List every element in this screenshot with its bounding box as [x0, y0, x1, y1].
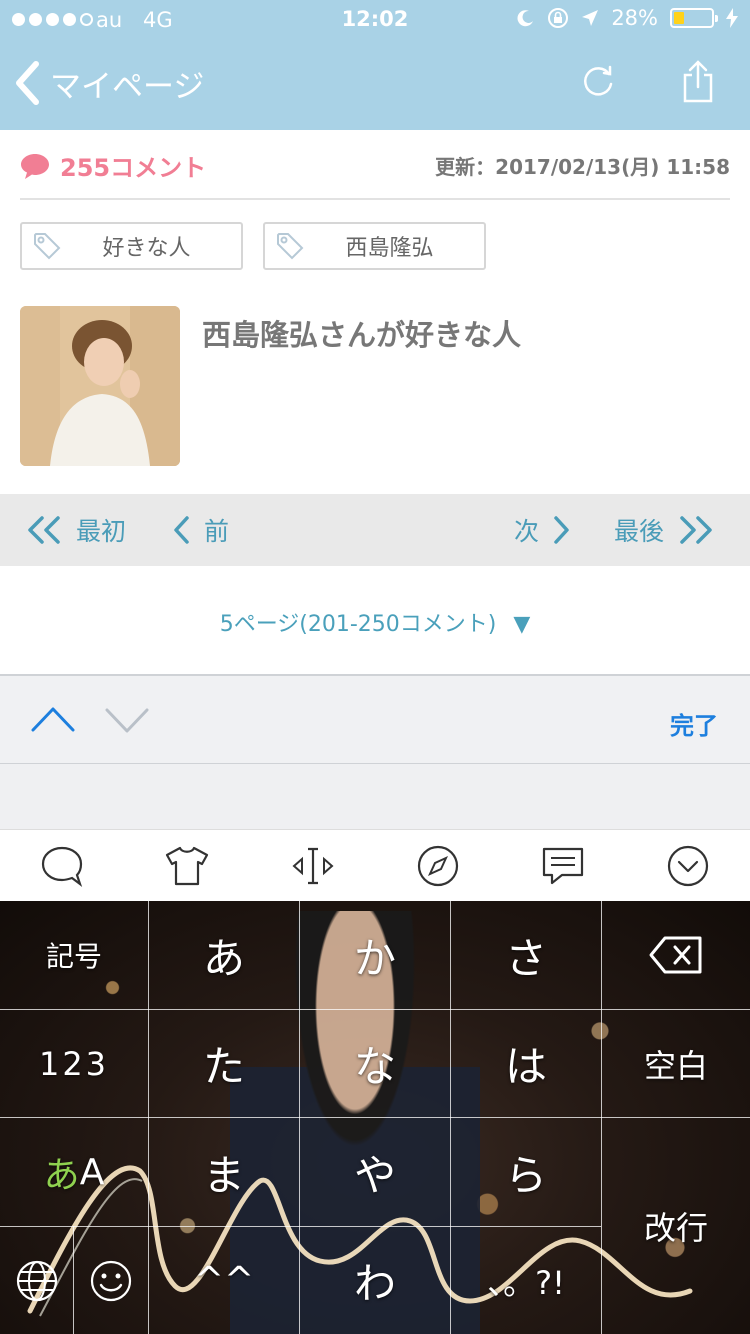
- comment-count[interactable]: 255コメント: [20, 148, 206, 183]
- header-bar: au 4G 12:02 28% マイページ: [0, 0, 750, 130]
- pager-last-label: 最後: [614, 517, 665, 546]
- delete-key[interactable]: [602, 901, 750, 1009]
- speech-bubble-icon: [21, 153, 49, 179]
- key-globe[interactable]: [0, 1227, 73, 1334]
- dropdown-arrow-icon: ▼: [513, 612, 531, 637]
- key-ta[interactable]: た: [149, 1010, 299, 1117]
- key-a[interactable]: あ: [149, 901, 299, 1009]
- input-mode-alpha: A: [79, 1151, 105, 1193]
- pager-first-label: 最初: [76, 517, 127, 546]
- double-chevron-left-icon: [28, 516, 60, 544]
- key-ya[interactable]: や: [300, 1118, 450, 1226]
- topic-thumbnail[interactable]: [20, 306, 180, 466]
- tag-nishijima[interactable]: 西島隆弘: [263, 222, 486, 270]
- compass-icon[interactable]: [416, 844, 460, 888]
- tshirt-icon[interactable]: [164, 845, 210, 887]
- keyboard-suggestion-area: [0, 764, 750, 829]
- key-wa[interactable]: わ: [300, 1227, 450, 1334]
- tag-icon: [277, 233, 304, 260]
- rotation-lock-icon: [548, 8, 569, 28]
- double-chevron-right-icon: [680, 516, 712, 544]
- pager-last[interactable]: 最後: [614, 494, 714, 566]
- backspace-icon: [649, 936, 702, 974]
- chevron-left-icon: [16, 61, 39, 105]
- collapse-icon[interactable]: [666, 844, 710, 888]
- chevron-left-icon: [174, 516, 189, 544]
- status-bar: au 4G 12:02 28%: [0, 0, 750, 40]
- share-icon: [683, 60, 713, 103]
- keyboard-tool-row: [0, 829, 750, 901]
- battery-percent: 28%: [611, 6, 658, 30]
- comment-count-label: 255コメント: [60, 154, 207, 182]
- location-arrow-icon: [582, 10, 599, 26]
- key-numbers[interactable]: 123: [0, 1010, 148, 1117]
- pager-next[interactable]: 次: [514, 494, 571, 566]
- reload-icon: [584, 65, 613, 96]
- share-button[interactable]: [673, 56, 723, 106]
- message-icon[interactable]: [540, 845, 586, 887]
- reload-button[interactable]: [573, 56, 623, 106]
- done-button[interactable]: 完了: [670, 706, 718, 741]
- back-button[interactable]: マイページ: [14, 58, 204, 108]
- input-mode-kana: あ: [43, 1155, 80, 1196]
- tag-label: 西島隆弘: [345, 236, 434, 261]
- cursor-move-icon[interactable]: [290, 846, 336, 886]
- pager-next-label: 次: [514, 517, 540, 546]
- key-return[interactable]: 改行: [602, 1118, 750, 1334]
- key-kaomoji[interactable]: ^^: [149, 1227, 299, 1334]
- thread-meta: 255コメント 更新：2017/02/13(月) 11:58: [20, 140, 730, 200]
- key-na[interactable]: な: [300, 1010, 450, 1117]
- pager-prev-label: 前: [204, 517, 230, 546]
- moon-icon: [517, 10, 534, 27]
- pagination-bar: 最初 前 次 最後: [0, 494, 750, 566]
- page-select-dropdown[interactable]: 5ページ(201-250コメント) ▼: [0, 606, 750, 638]
- person-photo: [20, 306, 180, 466]
- keyboard-accessory-bar: 完了: [0, 674, 750, 764]
- chat-bubble-icon[interactable]: [40, 844, 84, 888]
- key-ma[interactable]: ま: [149, 1118, 299, 1226]
- key-sa[interactable]: さ: [451, 901, 601, 1009]
- globe-icon: [16, 1260, 57, 1301]
- key-emoji[interactable]: [74, 1227, 148, 1334]
- chevron-up-icon[interactable]: [30, 704, 76, 734]
- tag-icon: [34, 233, 61, 260]
- key-ka[interactable]: か: [300, 901, 450, 1009]
- chevron-right-icon: [554, 516, 569, 544]
- key-punctuation[interactable]: 、。?!: [451, 1227, 601, 1334]
- key-ra[interactable]: ら: [451, 1118, 601, 1226]
- pager-prev[interactable]: 前: [172, 494, 229, 566]
- charging-bolt-icon: [726, 8, 738, 28]
- key-symbols[interactable]: 記号: [0, 901, 148, 1009]
- updated-timestamp: 更新：2017/02/13(月) 11:58: [435, 155, 730, 179]
- tag-label: 好きな人: [102, 236, 191, 261]
- flick-keyboard: 記号 あ か さ 123 た な は 空白 あA ま や ら 改行 ^^ わ 、…: [0, 901, 750, 1334]
- key-space[interactable]: 空白: [602, 1010, 750, 1117]
- page-select-label: 5ページ(201-250コメント): [219, 612, 497, 637]
- smiley-icon: [90, 1260, 132, 1301]
- key-input-mode[interactable]: あA: [0, 1118, 148, 1226]
- key-ha[interactable]: は: [451, 1010, 601, 1117]
- battery-icon: [670, 8, 718, 28]
- pager-first[interactable]: 最初: [26, 494, 126, 566]
- tag-suki-na-hito[interactable]: 好きな人: [20, 222, 243, 270]
- topic-title: 西島隆弘さんが好きな人: [202, 318, 522, 352]
- chevron-down-icon[interactable]: [104, 706, 150, 736]
- back-label: マイページ: [50, 68, 205, 105]
